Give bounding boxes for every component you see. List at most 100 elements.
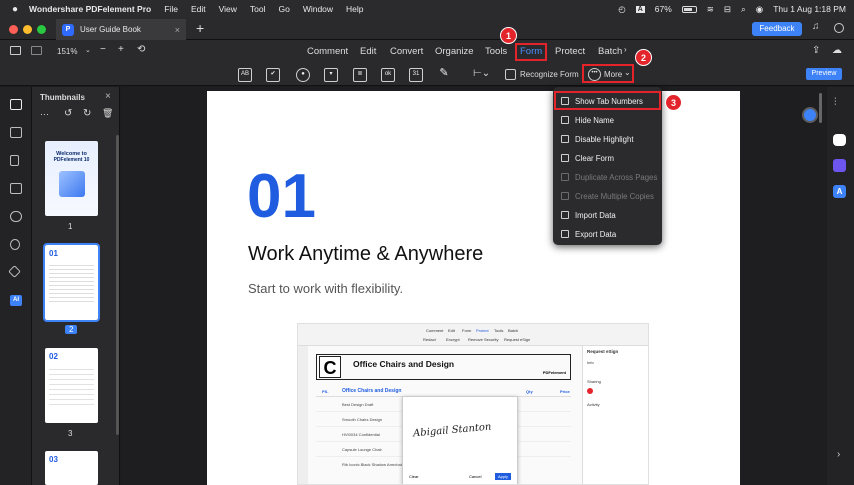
search-panel-icon[interactable] — [10, 239, 20, 250]
signature-field-tool-icon[interactable]: ✎ — [437, 68, 451, 82]
app-name-menu[interactable]: Wondershare PDFelement Pro — [29, 4, 151, 14]
tab-organize[interactable]: Organize — [435, 46, 474, 57]
menu-file[interactable]: File — [164, 4, 178, 14]
tab-tools[interactable]: Tools — [485, 46, 507, 57]
wifi-icon[interactable]: ≋ — [707, 4, 714, 15]
new-tab-button[interactable]: + — [196, 20, 204, 36]
menu-item-import-data[interactable]: Import Data — [553, 206, 662, 225]
ai-assistant-icon[interactable]: AI — [10, 295, 22, 306]
menubar-datetime[interactable]: Thu 1 Aug 1:18 PM — [773, 4, 846, 14]
embedded-col-ps: PS. — [322, 389, 329, 394]
delete-page-icon[interactable]: 🗑 — [102, 108, 113, 119]
sidebar-toggle-icon[interactable] — [10, 46, 21, 55]
menu-edit[interactable]: Edit — [191, 4, 206, 14]
rotate-right-icon[interactable]: ↻ — [83, 108, 91, 119]
button-tool-icon[interactable]: ok — [381, 68, 395, 82]
minimize-window-button[interactable] — [23, 25, 32, 34]
right-tool-rail: ⫶ A › — [827, 87, 854, 485]
checkbox-tool-icon[interactable]: ✔ — [266, 68, 280, 82]
control-center-icon[interactable]: ⊟ — [724, 4, 731, 15]
thumbnail-3-heading: 02 — [49, 352, 58, 361]
bookmarks-panel-icon[interactable] — [10, 155, 19, 166]
batch-chevron-icon[interactable]: › — [624, 45, 627, 54]
embedded-header-box: C Office Chairs and Design PDFelement — [316, 354, 571, 380]
menu-item-clear-form[interactable]: Clear Form — [553, 149, 662, 168]
apple-icon[interactable]: ● — [12, 4, 18, 15]
menu-item-disable-highlight[interactable]: Disable Highlight — [553, 130, 662, 149]
zoom-level[interactable]: 151% — [57, 47, 77, 56]
thumbnail-page-2[interactable]: 01 — [43, 243, 100, 322]
collapse-right-rail-icon[interactable]: › — [837, 449, 840, 460]
notification-bell-icon[interactable]: ♫ — [812, 21, 820, 32]
combo-box-tool-icon[interactable]: ▾ — [324, 68, 338, 82]
thumbnails-panel-icon[interactable] — [10, 99, 22, 110]
preview-button[interactable]: Preview — [806, 68, 842, 80]
thumbnail-scrollbar[interactable] — [116, 135, 119, 435]
share-icon[interactable]: ⇪ — [812, 45, 820, 56]
close-window-button[interactable] — [9, 25, 18, 34]
siri-icon[interactable]: ◉ — [756, 4, 763, 15]
ai-font-icon[interactable]: A — [833, 185, 846, 198]
tab-close-icon[interactable]: × — [175, 25, 180, 35]
page-view-icon[interactable] — [31, 46, 42, 55]
properties-sliders-icon[interactable]: ⫶ — [834, 97, 837, 108]
menu-item-label: Import Data — [575, 211, 616, 220]
menu-item-label: Disable Highlight — [575, 135, 634, 144]
menu-view[interactable]: View — [219, 4, 237, 14]
tab-convert[interactable]: Convert — [390, 46, 423, 57]
zoom-out-icon[interactable]: − — [100, 44, 106, 55]
menu-help[interactable]: Help — [346, 4, 363, 14]
layers-list-icon[interactable] — [10, 183, 22, 194]
align-tool-icon[interactable]: ⊢⌄ — [473, 68, 490, 79]
account-avatar-icon[interactable] — [834, 23, 844, 33]
document-canvas[interactable]: 01 Work Anytime & Anywhere Start to work… — [121, 87, 827, 485]
cloud-upload-icon[interactable]: ☁ — [832, 45, 842, 56]
search-icon[interactable]: ⌕ — [741, 4, 746, 15]
zoom-window-button[interactable] — [37, 25, 46, 34]
recognize-form-icon[interactable] — [505, 69, 516, 80]
close-thumbnails-icon[interactable]: × — [105, 91, 111, 102]
tab-edit[interactable]: Edit — [360, 46, 376, 57]
comments-panel-icon[interactable] — [10, 127, 22, 138]
menu-item-label: Duplicate Across Pages — [575, 173, 658, 182]
thumbnail-page-4[interactable]: 03 — [45, 451, 98, 485]
embedded-panel-avatar — [587, 388, 593, 394]
battery-icon[interactable] — [681, 5, 697, 13]
tab-comment[interactable]: Comment — [307, 46, 348, 57]
menu-go[interactable]: Go — [278, 4, 289, 14]
zoom-dropdown-icon[interactable]: ⌄ — [85, 46, 91, 54]
zoom-in-icon[interactable]: + — [118, 44, 124, 55]
thumbnail-label-3: 3 — [68, 429, 73, 438]
ai-check-icon[interactable] — [833, 159, 846, 172]
rotate-left-icon[interactable]: ↺ — [64, 108, 72, 119]
thumbnail-more-icon[interactable]: ··· — [40, 109, 49, 119]
macos-menubar: ● Wondershare PDFelement Pro File Edit V… — [0, 0, 854, 18]
canvas-scrollbar[interactable] — [819, 93, 822, 123]
input-source-indicator[interactable]: A — [635, 5, 645, 13]
menu-item-hide-name[interactable]: Hide Name — [553, 111, 662, 130]
radio-button-tool-icon[interactable]: ● — [296, 68, 310, 82]
recognize-form-button[interactable]: Recognize Form — [520, 70, 579, 79]
time-machine-icon[interactable]: ◴ — [618, 4, 625, 15]
tab-batch[interactable]: Batch — [598, 46, 622, 57]
embedded-col-price: Price — [560, 389, 570, 394]
embedded-right-panel: Request eSign Info Sharing Activity — [582, 346, 648, 484]
rotate-icon[interactable]: ⟲ — [137, 44, 145, 55]
stack-layers-icon[interactable] — [8, 265, 21, 278]
menu-item-export-data[interactable]: Export Data — [553, 225, 662, 244]
list-box-tool-icon[interactable]: ≣ — [353, 68, 367, 82]
tab-protect[interactable]: Protect — [555, 46, 585, 57]
document-tab[interactable]: P User Guide Book × — [56, 19, 186, 40]
menu-tool[interactable]: Tool — [250, 4, 266, 14]
thumbnail-page-1[interactable]: Welcome to PDFelement 10 — [45, 141, 98, 216]
feedback-button[interactable]: Feedback — [752, 22, 802, 36]
thumbnail-page-3[interactable]: 02 — [45, 348, 98, 423]
text-field-tool-icon[interactable]: AB — [238, 68, 252, 82]
ai-translate-floating-icon[interactable] — [802, 107, 818, 123]
ai-chat-icon[interactable] — [833, 134, 846, 146]
attachments-panel-icon[interactable] — [10, 211, 22, 222]
menu-window[interactable]: Window — [303, 4, 333, 14]
embedded-tab-protect: Protect — [476, 328, 489, 333]
thumbnails-title: Thumbnails — [40, 93, 85, 102]
date-field-tool-icon[interactable]: 31 — [409, 68, 423, 82]
